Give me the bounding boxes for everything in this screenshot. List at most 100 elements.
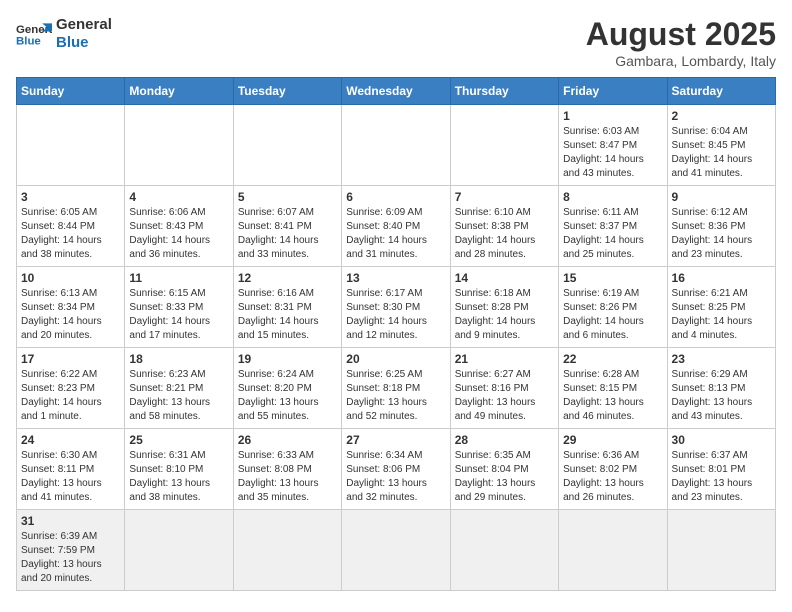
day-info: Sunrise: 6:04 AM Sunset: 8:45 PM Dayligh… xyxy=(672,125,771,181)
day-number: 29 xyxy=(563,433,662,447)
calendar-cell: 29 Sunrise: 6:36 AM Sunset: 8:02 PM Dayli… xyxy=(559,429,667,510)
calendar-cell xyxy=(233,510,341,591)
column-header-sunday: Sunday xyxy=(17,78,125,105)
day-info: Sunrise: 6:27 AM Sunset: 8:16 PM Dayligh… xyxy=(455,368,554,424)
calendar-cell: 16Sunrise: 6:21 AM Sunset: 8:25 PM Dayli… xyxy=(667,267,775,348)
day-info: Sunrise: 6:10 AM Sunset: 8:38 PM Dayligh… xyxy=(455,206,554,262)
calendar-cell: 28 Sunrise: 6:35 AM Sunset: 8:04 PM Dayli… xyxy=(450,429,558,510)
calendar-cell: 19 Sunrise: 6:24 AM Sunset: 8:20 PM Dayli… xyxy=(233,348,341,429)
day-info: Sunrise: 6:16 AM Sunset: 8:31 PM Dayligh… xyxy=(238,287,337,343)
column-header-saturday: Saturday xyxy=(667,78,775,105)
column-header-monday: Monday xyxy=(125,78,233,105)
calendar-cell: 26Sunrise: 6:33 AM Sunset: 8:08 PM Dayli… xyxy=(233,429,341,510)
calendar-cell: 1Sunrise: 6:03 AM Sunset: 8:47 PM Daylig… xyxy=(559,105,667,186)
calendar-cell: 30 Sunrise: 6:37 AM Sunset: 8:01 PM Dayli… xyxy=(667,429,775,510)
calendar-cell: 24 Sunrise: 6:30 AM Sunset: 8:11 PM Dayli… xyxy=(17,429,125,510)
header: General Blue General Blue August 2025 Ga… xyxy=(16,16,776,69)
day-number: 20 xyxy=(346,352,445,366)
day-info: Sunrise: 6:13 AM Sunset: 8:34 PM Dayligh… xyxy=(21,287,120,343)
day-info: Sunrise: 6:19 AM Sunset: 8:26 PM Dayligh… xyxy=(563,287,662,343)
day-number: 10 xyxy=(21,271,120,285)
day-info: Sunrise: 6:25 AM Sunset: 8:18 PM Dayligh… xyxy=(346,368,445,424)
calendar-cell: 18 Sunrise: 6:23 AM Sunset: 8:21 PM Dayli… xyxy=(125,348,233,429)
day-info: Sunrise: 6:24 AM Sunset: 8:20 PM Dayligh… xyxy=(238,368,337,424)
calendar-cell: 4 Sunrise: 6:06 AM Sunset: 8:43 PM Daylig… xyxy=(125,186,233,267)
svg-text:Blue: Blue xyxy=(16,36,41,48)
day-number: 28 xyxy=(455,433,554,447)
calendar-week-3: 10 Sunrise: 6:13 AM Sunset: 8:34 PM Dayli… xyxy=(17,267,776,348)
day-number: 18 xyxy=(129,352,228,366)
day-info: Sunrise: 6:31 AM Sunset: 8:10 PM Dayligh… xyxy=(129,449,228,505)
day-number: 25 xyxy=(129,433,228,447)
day-info: Sunrise: 6:37 AM Sunset: 8:01 PM Dayligh… xyxy=(672,449,771,505)
day-number: 22 xyxy=(563,352,662,366)
day-info: Sunrise: 6:35 AM Sunset: 8:04 PM Dayligh… xyxy=(455,449,554,505)
day-number: 7 xyxy=(455,190,554,204)
calendar-cell xyxy=(559,510,667,591)
day-info: Sunrise: 6:06 AM Sunset: 8:43 PM Dayligh… xyxy=(129,206,228,262)
day-number: 14 xyxy=(455,271,554,285)
title-block: August 2025 Gambara, Lombardy, Italy xyxy=(586,16,776,69)
logo-general: General xyxy=(56,16,112,34)
day-number: 24 xyxy=(21,433,120,447)
calendar-cell: 2 Sunrise: 6:04 AM Sunset: 8:45 PM Daylig… xyxy=(667,105,775,186)
calendar-cell xyxy=(125,105,233,186)
day-number: 31 xyxy=(21,514,120,528)
calendar: SundayMondayTuesdayWednesdayThursdayFrid… xyxy=(16,77,776,591)
calendar-header-row: SundayMondayTuesdayWednesdayThursdayFrid… xyxy=(17,78,776,105)
calendar-cell: 13 Sunrise: 6:17 AM Sunset: 8:30 PM Dayli… xyxy=(342,267,450,348)
day-number: 11 xyxy=(129,271,228,285)
calendar-cell xyxy=(450,510,558,591)
calendar-cell: 23Sunrise: 6:29 AM Sunset: 8:13 PM Dayli… xyxy=(667,348,775,429)
calendar-cell xyxy=(342,510,450,591)
day-info: Sunrise: 6:05 AM Sunset: 8:44 PM Dayligh… xyxy=(21,206,120,262)
subtitle: Gambara, Lombardy, Italy xyxy=(586,53,776,69)
calendar-cell: 11Sunrise: 6:15 AM Sunset: 8:33 PM Dayli… xyxy=(125,267,233,348)
day-number: 5 xyxy=(238,190,337,204)
calendar-cell: 3Sunrise: 6:05 AM Sunset: 8:44 PM Daylig… xyxy=(17,186,125,267)
calendar-week-6: 31Sunrise: 6:39 AM Sunset: 7:59 PM Dayli… xyxy=(17,510,776,591)
day-number: 8 xyxy=(563,190,662,204)
calendar-cell xyxy=(233,105,341,186)
day-number: 16 xyxy=(672,271,771,285)
day-number: 17 xyxy=(21,352,120,366)
calendar-cell: 5Sunrise: 6:07 AM Sunset: 8:41 PM Daylig… xyxy=(233,186,341,267)
calendar-cell: 12Sunrise: 6:16 AM Sunset: 8:31 PM Dayli… xyxy=(233,267,341,348)
calendar-cell xyxy=(667,510,775,591)
calendar-cell: 21Sunrise: 6:27 AM Sunset: 8:16 PM Dayli… xyxy=(450,348,558,429)
calendar-week-2: 3Sunrise: 6:05 AM Sunset: 8:44 PM Daylig… xyxy=(17,186,776,267)
day-number: 13 xyxy=(346,271,445,285)
calendar-cell: 15 Sunrise: 6:19 AM Sunset: 8:26 PM Dayli… xyxy=(559,267,667,348)
calendar-cell xyxy=(450,105,558,186)
month-title: August 2025 xyxy=(586,16,776,53)
day-info: Sunrise: 6:30 AM Sunset: 8:11 PM Dayligh… xyxy=(21,449,120,505)
calendar-cell: 10 Sunrise: 6:13 AM Sunset: 8:34 PM Dayli… xyxy=(17,267,125,348)
day-info: Sunrise: 6:18 AM Sunset: 8:28 PM Dayligh… xyxy=(455,287,554,343)
calendar-cell: 14 Sunrise: 6:18 AM Sunset: 8:28 PM Dayli… xyxy=(450,267,558,348)
day-number: 9 xyxy=(672,190,771,204)
calendar-week-1: 1Sunrise: 6:03 AM Sunset: 8:47 PM Daylig… xyxy=(17,105,776,186)
logo: General Blue General Blue xyxy=(16,16,112,52)
day-number: 2 xyxy=(672,109,771,123)
calendar-cell: 31Sunrise: 6:39 AM Sunset: 7:59 PM Dayli… xyxy=(17,510,125,591)
day-number: 4 xyxy=(129,190,228,204)
day-info: Sunrise: 6:33 AM Sunset: 8:08 PM Dayligh… xyxy=(238,449,337,505)
day-info: Sunrise: 6:34 AM Sunset: 8:06 PM Dayligh… xyxy=(346,449,445,505)
day-info: Sunrise: 6:17 AM Sunset: 8:30 PM Dayligh… xyxy=(346,287,445,343)
calendar-cell xyxy=(342,105,450,186)
day-info: Sunrise: 6:36 AM Sunset: 8:02 PM Dayligh… xyxy=(563,449,662,505)
day-info: Sunrise: 6:23 AM Sunset: 8:21 PM Dayligh… xyxy=(129,368,228,424)
day-number: 30 xyxy=(672,433,771,447)
calendar-cell: 17 Sunrise: 6:22 AM Sunset: 8:23 PM Dayli… xyxy=(17,348,125,429)
column-header-wednesday: Wednesday xyxy=(342,78,450,105)
calendar-cell: 22Sunrise: 6:28 AM Sunset: 8:15 PM Dayli… xyxy=(559,348,667,429)
day-info: Sunrise: 6:22 AM Sunset: 8:23 PM Dayligh… xyxy=(21,368,120,424)
day-number: 19 xyxy=(238,352,337,366)
calendar-cell: 25 Sunrise: 6:31 AM Sunset: 8:10 PM Dayli… xyxy=(125,429,233,510)
calendar-cell: 6Sunrise: 6:09 AM Sunset: 8:40 PM Daylig… xyxy=(342,186,450,267)
calendar-cell: 9Sunrise: 6:12 AM Sunset: 8:36 PM Daylig… xyxy=(667,186,775,267)
day-number: 15 xyxy=(563,271,662,285)
calendar-cell: 8Sunrise: 6:11 AM Sunset: 8:37 PM Daylig… xyxy=(559,186,667,267)
day-number: 23 xyxy=(672,352,771,366)
calendar-week-5: 24 Sunrise: 6:30 AM Sunset: 8:11 PM Dayli… xyxy=(17,429,776,510)
